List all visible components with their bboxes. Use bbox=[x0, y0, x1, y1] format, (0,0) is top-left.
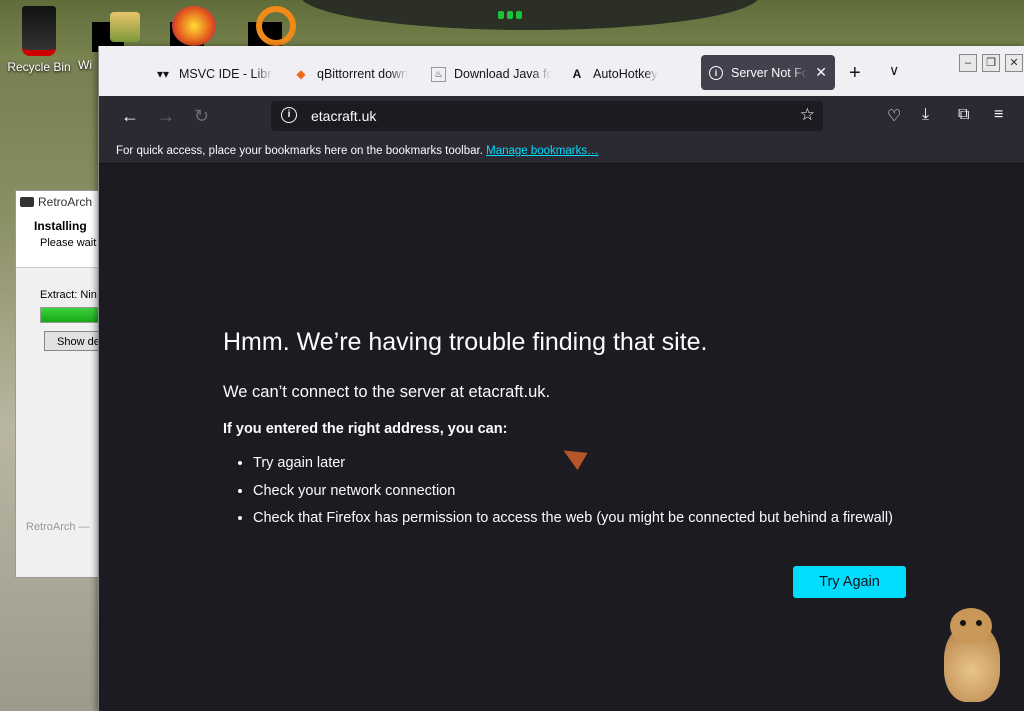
app-icon[interactable] bbox=[256, 6, 296, 46]
hamster-mascot bbox=[930, 606, 1010, 706]
bookmark-star-icon[interactable]: ☆ bbox=[800, 105, 815, 125]
suggestion-list: Try again later Check your network conne… bbox=[223, 455, 893, 538]
tab-qbittorrent[interactable]: ◆ qBittorrent down bbox=[293, 58, 411, 90]
list-tabs-chevron-icon[interactable]: ∨ bbox=[889, 62, 899, 79]
error-page: Hmm. We’re having trouble finding that s… bbox=[99, 165, 1024, 711]
back-arrow-icon[interactable]: ← bbox=[121, 106, 139, 127]
tab-strip: ▾▾ MSVC IDE - Libre ◆ qBittorrent down ♨… bbox=[99, 46, 1024, 96]
info-icon: i bbox=[709, 65, 723, 80]
hamster-eye bbox=[960, 620, 966, 626]
desktop-icon-recycle-bin[interactable]: Recycle Bin bbox=[4, 6, 74, 74]
qbittorrent-icon: ◆ bbox=[296, 67, 306, 81]
url-text[interactable]: etacraft.uk bbox=[311, 108, 376, 124]
list-item: Check that Firefox has permission to acc… bbox=[253, 510, 893, 538]
try-again-button[interactable]: Try Again bbox=[793, 566, 906, 598]
manage-bookmarks-link[interactable]: Manage bookmarks… bbox=[486, 145, 599, 157]
progress-fill bbox=[41, 308, 104, 322]
hamster-eye bbox=[976, 620, 982, 626]
tab-autohotkey[interactable]: A AutoHotkey bbox=[569, 58, 687, 90]
hamster-head bbox=[950, 608, 992, 644]
reload-icon[interactable]: ↻ bbox=[194, 106, 209, 127]
autohotkey-icon: A bbox=[572, 67, 582, 81]
wallpaper-lights bbox=[498, 6, 528, 19]
error-lead: If you entered the right address, you ca… bbox=[223, 421, 508, 437]
retroarch-installer-window: RetroArch Installing Please wait Extract… bbox=[15, 190, 114, 578]
desktop-icon-label: Recycle Bin bbox=[7, 60, 71, 74]
tab-label: qBittorrent down bbox=[317, 67, 409, 81]
restore-icon[interactable]: ❐ bbox=[982, 54, 1000, 72]
tab-download-java[interactable]: ♨ Download Java fo bbox=[431, 58, 551, 90]
gamepad-icon: ▾▾ bbox=[156, 67, 170, 81]
navigation-toolbar: ← → ↻ i etacraft.uk ☆ ♡ ⤓ ⧉ ≡ bbox=[99, 96, 1024, 138]
tab-msvc-ide[interactable]: ▾▾ MSVC IDE - Libre bbox=[155, 58, 273, 90]
installer-footer: RetroArch — bbox=[26, 521, 90, 533]
list-item: Check your network connection bbox=[253, 483, 893, 511]
installer-subheading: Please wait bbox=[40, 237, 97, 249]
minimize-icon[interactable]: – bbox=[959, 54, 977, 72]
retroarch-title: RetroArch bbox=[38, 195, 93, 209]
bookmarks-toolbar: For quick access, place your bookmarks h… bbox=[99, 138, 1024, 164]
extract-status: Extract: Nin bbox=[40, 289, 97, 301]
installer-header: Installing Please wait bbox=[16, 213, 106, 268]
downloads-icon[interactable]: ⤓ bbox=[922, 106, 929, 124]
menu-icon[interactable]: ≡ bbox=[994, 106, 1003, 124]
tab-label: AutoHotkey bbox=[593, 67, 658, 81]
close-window-icon[interactable]: ✕ bbox=[1005, 54, 1023, 72]
bookmarks-hint: For quick access, place your bookmarks h… bbox=[116, 145, 483, 157]
error-title: Hmm. We’re having trouble finding that s… bbox=[223, 328, 708, 356]
close-tab-icon[interactable]: ✕ bbox=[815, 64, 827, 81]
retroarch-titlebar[interactable]: RetroArch bbox=[16, 191, 106, 213]
tab-label: MSVC IDE - Libre bbox=[179, 67, 273, 81]
tab-label: Download Java fo bbox=[454, 67, 551, 81]
recycle-bin-icon bbox=[22, 6, 56, 56]
pocket-icon[interactable]: ♡ bbox=[887, 106, 901, 126]
tab-label: Server Not Fou bbox=[731, 65, 808, 80]
firefox-window: ▾▾ MSVC IDE - Libre ◆ qBittorrent down ♨… bbox=[98, 46, 1024, 711]
installer-heading: Installing bbox=[34, 219, 87, 233]
retroarch-logo-icon bbox=[20, 197, 34, 207]
forward-arrow-icon[interactable]: → bbox=[157, 106, 175, 127]
tab-server-not-found[interactable]: i Server Not Fou ✕ bbox=[701, 55, 835, 90]
address-bar[interactable]: i etacraft.uk ☆ bbox=[271, 101, 823, 131]
new-tab-icon[interactable]: + bbox=[849, 62, 861, 85]
java-icon: ♨ bbox=[431, 66, 446, 82]
error-subtitle: We can’t connect to the server at etacra… bbox=[223, 383, 551, 401]
folder-icon[interactable] bbox=[110, 12, 140, 42]
site-info-icon[interactable]: i bbox=[281, 107, 297, 123]
extensions-icon[interactable]: ⧉ bbox=[958, 106, 969, 124]
firefox-app-icon[interactable] bbox=[172, 6, 216, 46]
